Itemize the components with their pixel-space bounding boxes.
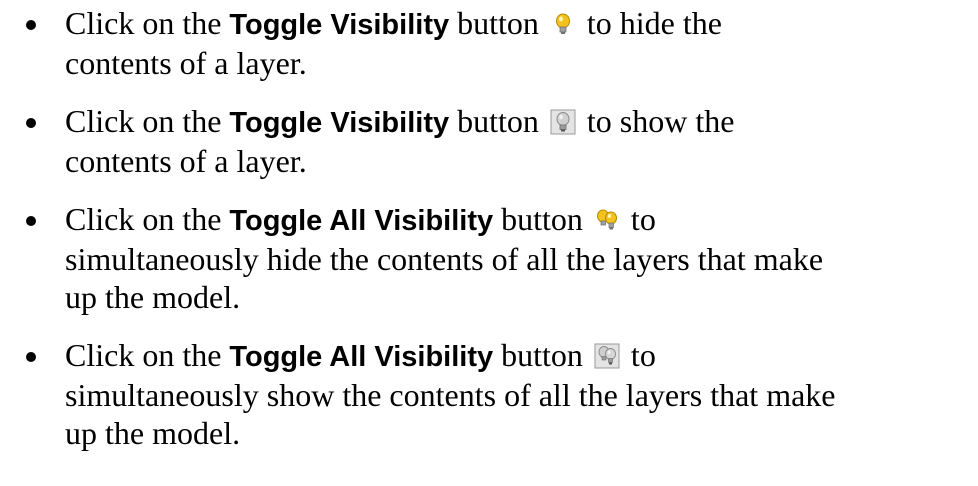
item-text-pre: Click on the <box>65 201 230 237</box>
item-text-pre: Click on the <box>65 337 230 373</box>
item-text-post: to hide the <box>578 5 722 41</box>
item-text-mid: button <box>449 5 547 41</box>
item-text-bold: Toggle All Visibility <box>229 205 494 237</box>
list-item: Click on the Toggle All Visibility butto… <box>0 200 978 316</box>
bullet-icon <box>26 118 36 128</box>
item-text-mid: button <box>493 201 591 237</box>
lightbulb-off-icon <box>550 109 576 135</box>
item-text-bold: Toggle Visibility <box>229 107 450 139</box>
item-text-post: to show the <box>578 103 735 139</box>
item-text-mid: button <box>493 337 591 373</box>
bullet-icon <box>26 216 36 226</box>
item-text-line3: up the model. <box>65 415 241 451</box>
item-text-mid: button <box>449 103 547 139</box>
item-text-line2: simultaneously hide the contents of all … <box>65 241 824 277</box>
lightbulbs-off-icon <box>594 343 620 369</box>
bullet-icon <box>26 20 36 30</box>
list-item: Click on the Toggle Visibility button to… <box>0 4 978 82</box>
lightbulbs-on-icon <box>594 207 620 233</box>
item-text-pre: Click on the <box>65 5 230 41</box>
instruction-list: Click on the Toggle Visibility button to… <box>0 4 978 452</box>
item-text-post: to <box>622 337 656 373</box>
item-text-pre: Click on the <box>65 103 230 139</box>
item-text-post: to <box>622 201 656 237</box>
list-item: Click on the Toggle All Visibility butto… <box>0 336 978 452</box>
item-text-line2: simultaneously show the contents of all … <box>65 377 836 413</box>
lightbulb-on-icon <box>550 11 576 37</box>
item-text-line3: up the model. <box>65 279 241 315</box>
item-text-line2: contents of a layer. <box>65 143 307 179</box>
item-text-bold: Toggle Visibility <box>229 9 450 41</box>
bullet-icon <box>26 352 36 362</box>
list-item: Click on the Toggle Visibility button to… <box>0 102 978 180</box>
item-text-bold: Toggle All Visibility <box>229 341 494 373</box>
item-text-line2: contents of a layer. <box>65 45 307 81</box>
